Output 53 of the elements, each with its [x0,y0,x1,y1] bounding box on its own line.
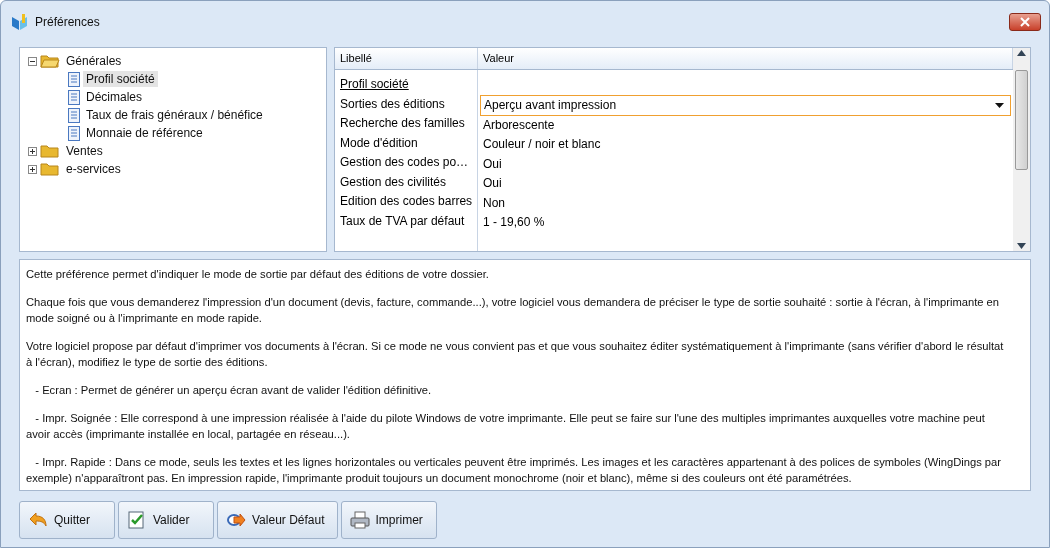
open-folder-icon [40,54,60,68]
property-value: Non [483,194,505,212]
description-paragraph: Votre logiciel propose par défaut d'imprimer vos documents à l'écran. Si ce mode ne vous convient pas et que vous souhaitez éditer systématiquement à l'imprimante (sans vérifier d'abord le résultat à l'écran), modifiez le type de sortie des éditions. [26,339,1005,370]
document-icon [68,71,80,87]
description-paragraph: Chaque fois que vous demanderez l'impression d'un document (devis, facture, commande...), votre logiciel vous demandera de préciser le type de sortie souhaité : sortie à l'écran, à l'imprimante en mode soigné ou à l'imprimante en mode rapide. [26,295,1001,326]
expand-icon[interactable] [28,164,37,174]
tree-item[interactable]: Monnaie de référence [83,125,206,141]
section-title: Profil société [340,76,409,94]
property-label: Edition des codes barres [340,193,473,211]
scroll-down-icon[interactable] [1017,243,1026,249]
tree-item[interactable]: Profil société [83,71,158,87]
scroll-up-icon[interactable] [1017,50,1026,56]
close-button[interactable] [1009,13,1041,31]
tree-item[interactable]: Ventes [63,143,106,159]
scrollbar[interactable] [1013,48,1030,251]
property-value: 1 - 19,60 % [483,214,545,232]
tree-item[interactable]: Décimales [83,89,145,105]
property-label: Recherche des familles [340,115,465,133]
window-title: Préférences [35,15,101,29]
property-label: Sorties des éditions [340,95,445,113]
toolbar-button[interactable]: Quitter [19,501,115,539]
folder-icon [40,162,60,176]
tree-item[interactable]: Générales [63,53,125,69]
property-value: Arborescente [483,116,555,134]
property-label: Mode d'édition [340,134,418,152]
toolbar-button[interactable]: Valider [118,501,214,539]
description-paragraph: - Impr. Soignée : Elle correspond à une impression réalisée à l'aide du pilote Windows de votre imprimante. Elle peut se faire sur l'une des multiples imprimantes auxquelles votre machine peut avoir accès (imprimante installée en local, partagée en réseau...). [26,411,986,442]
toolbar-button[interactable]: Imprimer [340,501,437,539]
folder-icon [40,144,60,158]
description-paragraph: Cette préférence permet d'indiquer le mode de sortie par défaut des éditions de votre dossier. [26,267,490,282]
document-icon [68,107,80,123]
description-paragraph: - Ecran : Permet de générer un aperçu écran avant de valider l'édition définitive. [34,383,433,398]
close-icon [1020,17,1030,27]
expand-icon[interactable] [28,146,37,156]
description-paragraph: - Impr. Rapide : Dans ce mode, seuls les textes et les lignes horizontales ou verticales peuvent être imprimés. Les images et les caractères appartenant à des polices de symboles (WingDings par exemple) n'apparaîtront pas. En impression rapide, l'imprimante produit toujours un document monochrome (noir et blanc), même si des couleurs ont été paramétrées. [26,455,1003,486]
printer-icon [349,510,370,530]
property-label: Gestion des codes po… [340,154,469,172]
tree-item[interactable]: Taux de frais généraux / bénéfice [83,107,266,123]
document-icon [68,125,80,141]
property-value: Oui [483,155,502,173]
tree-item[interactable]: e-services [63,161,124,177]
checklist-icon [127,510,147,530]
document-icon [68,89,80,105]
property-label: Taux de TVA par défaut [340,212,465,230]
property-value: Couleur / noir et blanc [483,136,601,154]
value-dropdown[interactable]: Aperçu avant impression [480,94,1011,116]
dropdown-arrow-icon [995,102,1004,108]
collapse-icon[interactable] [28,56,37,66]
toolbar-button[interactable]: Valeur Défaut [217,501,338,539]
app-logo-icon [11,13,29,31]
property-value: Oui [483,175,502,193]
property-label: Gestion des civilités [340,173,447,191]
column-header[interactable]: Libellé [335,48,478,69]
